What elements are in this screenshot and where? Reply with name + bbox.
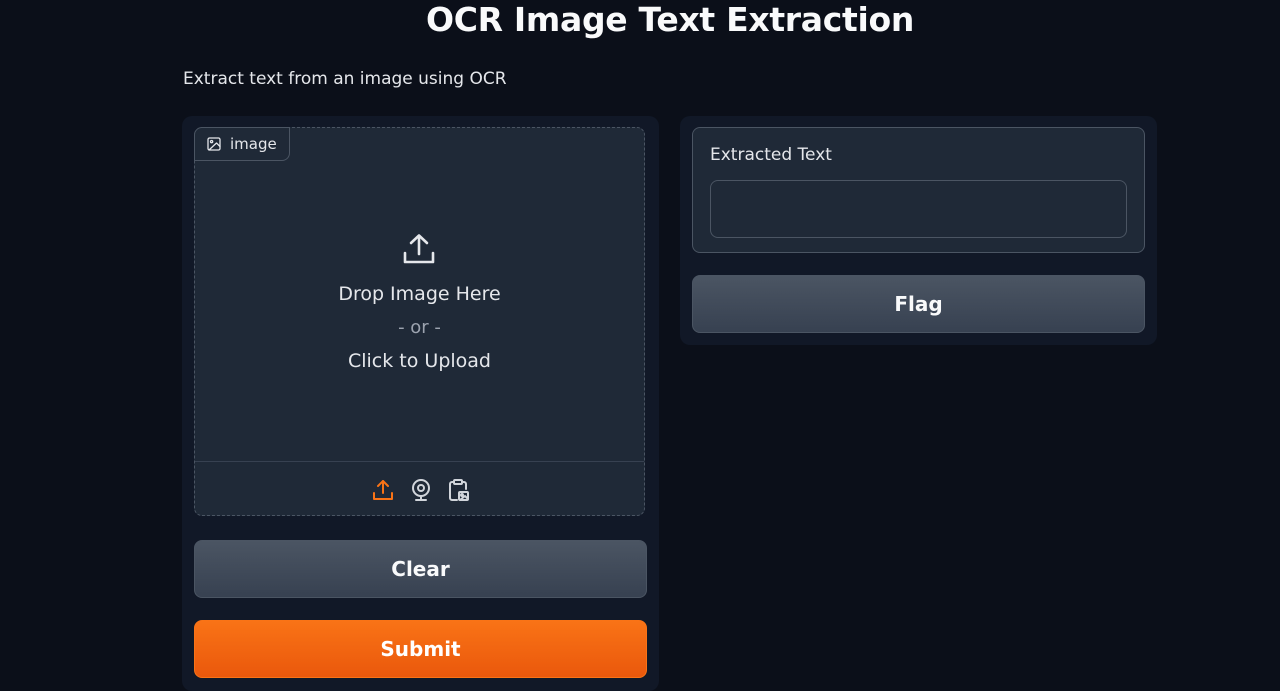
clear-button[interactable]: Clear [194,540,647,598]
app-page: OCR Image Text Extraction Extract text f… [0,0,1280,691]
extracted-text-output[interactable] [710,180,1127,238]
image-input: Drop Image Here - or - Click to Upload i… [194,127,645,516]
extracted-text-block: Extracted Text [692,127,1145,253]
image-input-label: image [194,127,290,161]
output-panel: Extracted Text Flag [680,116,1157,345]
upload-icon [403,234,435,264]
clipboard-source-icon[interactable] [446,478,470,502]
page-description: Extract text from an image using OCR [183,69,507,89]
webcam-source-icon[interactable] [409,478,433,502]
page-title: OCR Image Text Extraction [425,0,915,39]
image-source-selector [195,461,644,515]
image-upload-dropzone[interactable]: Drop Image Here - or - Click to Upload [195,128,644,461]
or-separator-text: - or - [398,317,441,338]
image-icon [207,137,221,151]
drop-image-text: Drop Image Here [338,283,501,305]
click-to-upload-text: Click to Upload [347,350,491,372]
upload-source-icon[interactable] [371,478,395,502]
submit-button[interactable]: Submit [194,620,647,678]
image-label-text: image [230,135,277,153]
flag-button[interactable]: Flag [692,275,1145,333]
extracted-text-label: Extracted Text [710,145,832,165]
input-panel: Drop Image Here - or - Click to Upload i… [182,116,659,691]
